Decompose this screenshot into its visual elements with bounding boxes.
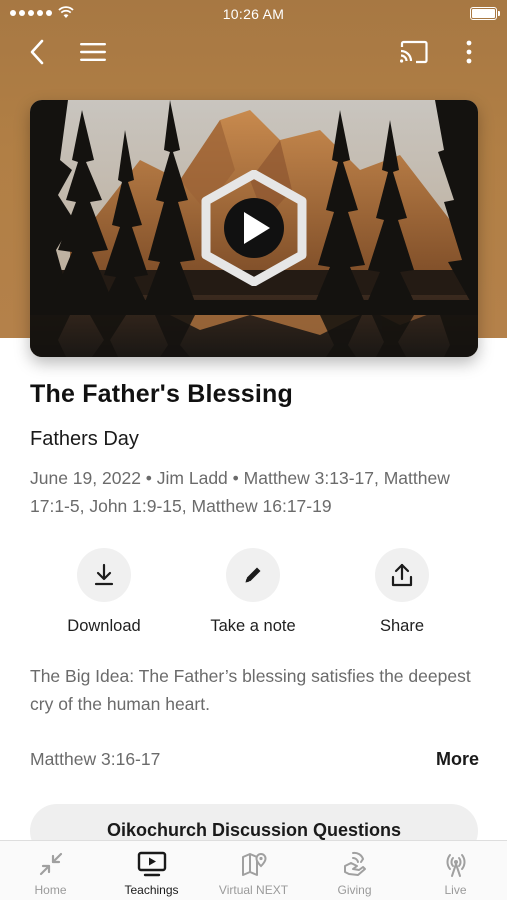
sermon-title: The Father's Blessing [30, 380, 293, 408]
chevron-left-icon [30, 39, 44, 65]
battery-icon [470, 7, 500, 20]
back-button[interactable] [20, 34, 56, 70]
tab-giving-label: Giving [337, 883, 372, 897]
action-row: Download Take a note Share [0, 548, 507, 643]
play-icon[interactable] [200, 170, 308, 286]
tab-home-label: Home [34, 883, 67, 897]
tab-home[interactable]: Home [0, 841, 101, 900]
share-button-circle[interactable] [375, 548, 429, 602]
broadcast-icon [445, 854, 466, 877]
tab-virtual-next-label: Virtual NEXT [218, 883, 289, 897]
cast-icon [400, 40, 428, 64]
sermon-meta: June 19, 2022 • Jim Ladd • Matthew 3:13-… [30, 468, 450, 516]
download-label: Download [67, 617, 141, 635]
bottom-tab-bar: Home Teachings Virtual NEXT Giving Live [0, 840, 507, 900]
share-label: Share [379, 617, 425, 635]
menu-button[interactable] [75, 34, 111, 70]
tab-teachings[interactable]: Teachings [101, 841, 202, 900]
download-button[interactable]: Download [44, 548, 164, 636]
tab-virtual-next[interactable]: Virtual NEXT [203, 841, 304, 900]
take-note-button[interactable]: Take a note [193, 548, 313, 636]
status-time: 10:26 AM [222, 6, 285, 22]
scripture-reference: Matthew 3:16-17 [30, 749, 161, 769]
status-bar: 10:26 AM [0, 0, 507, 28]
cast-button[interactable] [396, 34, 432, 70]
tab-teachings-label: Teachings [124, 883, 179, 897]
more-vertical-icon [466, 40, 472, 64]
sermon-subtitle: Fathers Day [30, 428, 139, 450]
download-button-circle[interactable] [77, 548, 131, 602]
tab-giving[interactable]: Giving [304, 841, 405, 900]
tab-live-label: Live [444, 883, 467, 897]
take-note-button-circle[interactable] [226, 548, 280, 602]
tab-live[interactable]: Live [405, 841, 506, 900]
more-options-button[interactable] [451, 34, 487, 70]
sermon-big-idea: The Big Idea: The Father’s blessing sati… [30, 666, 471, 714]
take-note-label: Take a note [210, 617, 296, 635]
share-icon [391, 563, 413, 587]
top-app-bar [0, 28, 507, 76]
pencil-icon [245, 567, 261, 583]
more-button[interactable]: More [436, 749, 479, 770]
giving-icon [343, 851, 366, 876]
hamburger-icon [80, 43, 106, 61]
tv-play-icon [137, 851, 166, 877]
share-button[interactable]: Share [342, 548, 462, 636]
map-pin-icon [241, 852, 267, 876]
download-icon [94, 563, 114, 586]
collapse-arrows-icon [39, 852, 62, 876]
video-player-thumbnail[interactable] [30, 100, 478, 357]
